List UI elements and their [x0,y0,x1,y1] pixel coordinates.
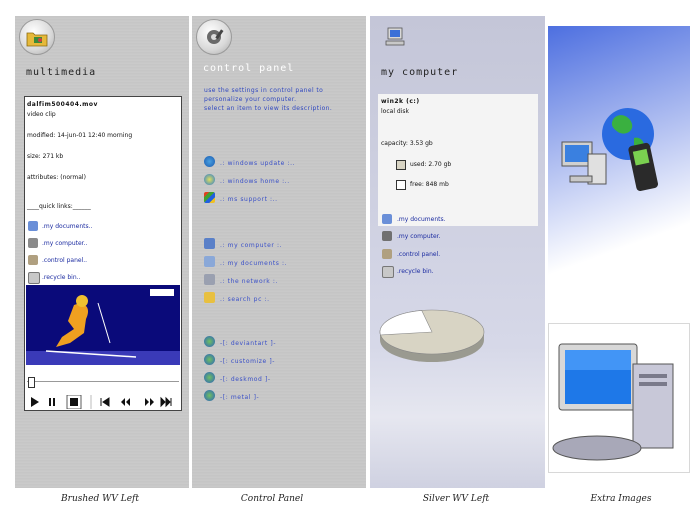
network-illustration [561,108,659,192]
skip-back-icon [100,397,110,407]
link-my-computer[interactable]: .: my computer :. [220,242,282,249]
seek-bar[interactable] [27,381,179,382]
recycle-bin-icon [28,272,40,284]
my-computer-panel: my computer win2k (c:) local disk capaci… [370,16,545,488]
control-panel-icon [28,255,38,265]
panel-title: my computer [381,67,459,78]
link-windows-update[interactable]: .: windows update :.. [220,160,295,167]
description-line: use the settings in control panel to [204,87,324,94]
link-recycle-bin[interactable]: .recycle bin.. [42,274,80,281]
multimedia-panel: multimedia dalfim500404.mov video clip m… [15,16,189,488]
used-space: used: 2.70 gb [410,161,452,168]
link-search-pc[interactable]: .: search pc :. [220,296,270,303]
control-panel-icon [382,249,392,259]
wrench-icon [207,29,224,44]
globe-icon [204,336,215,347]
link-network[interactable]: .: the network :. [220,278,278,285]
computer-icon [28,238,38,248]
description-line: personalize your computer. [204,96,297,103]
caption-control: Control Panel [240,494,304,504]
folder-music-icon [26,32,48,47]
play-icon [31,397,39,407]
caption-brushed: Brushed WV Left [61,494,139,504]
free-space: free: 848 mb [410,181,449,188]
windows-home-icon [204,174,215,185]
ms-support-icon [204,192,215,203]
link-windows-home[interactable]: .: windows home :.. [220,178,290,185]
file-name: dalfim500404.mov [27,101,98,108]
stop-icon [70,398,78,406]
caption-silver: Silver WV Left [422,494,490,504]
network-icon [204,274,215,285]
pause-icon [49,398,51,406]
recycle-bin-icon [382,266,394,278]
video-preview [26,285,180,365]
link-my-documents[interactable]: .my documents.. [42,223,92,230]
globe-icon [204,390,215,401]
globe-icon [204,354,215,365]
extra-image-computer [548,323,690,473]
documents-icon [382,214,392,224]
link-my-documents[interactable]: .: my documents :. [220,260,287,267]
drive-info-box: win2k (c:) local disk capacity: 3.53 gb … [378,94,538,226]
windows-update-icon [204,156,215,167]
documents-icon [28,221,38,231]
rewind-icon [121,398,130,406]
capacity: capacity: 3.53 gb [381,140,433,147]
link-ms-support[interactable]: .: ms support :.. [220,196,278,203]
free-swatch [396,180,406,190]
panel-title: multimedia [26,67,97,78]
disk-usage-pie [379,309,485,362]
extra-image-network [548,26,690,307]
link-control-panel[interactable]: .control panel. [397,251,440,258]
computer-illustration [552,343,674,461]
quick-links-header: ____quick links:______ [27,203,91,210]
link-my-documents[interactable]: .my documents. [397,216,446,223]
computer-icon [385,27,405,46]
my-documents-icon [204,256,215,267]
link-my-computer[interactable]: .my computer.. [42,240,87,247]
link-metal[interactable]: -[: metal ]- [220,394,259,401]
drive-type: local disk [381,108,409,115]
description: use the settings in control panel to per… [204,86,332,113]
panel-title: control panel [203,63,295,74]
file-type: video clip [27,111,56,118]
control-panel-panel: control panel use the settings in contro… [192,16,366,488]
player-controls [31,395,172,409]
globe-icon [204,372,215,383]
link-customize[interactable]: -[: customize ]- [220,358,275,365]
used-swatch [396,160,406,170]
caption-extra: Extra Images [590,494,652,504]
link-my-computer[interactable]: .my computer. [397,233,441,240]
drive-name: win2k (c:) [381,98,420,105]
link-deviantart[interactable]: -[: deviantart ]- [220,340,276,347]
seek-handle[interactable] [28,377,35,388]
modified-date: modified: 14-jun-01 12:40 morning [27,132,133,139]
file-attributes: attributes: (normal) [27,174,86,181]
skip-forward-icon [160,396,172,408]
fast-forward-icon [145,398,154,406]
description-line: select an item to view its description. [204,105,333,112]
details-box: dalfim500404.mov video clip modified: 14… [24,96,182,411]
computer-icon [382,231,392,241]
link-recycle-bin[interactable]: .recycle bin. [397,268,434,275]
my-computer-icon [204,238,215,249]
file-size: size: 271 kb [27,153,64,160]
search-icon [204,292,215,303]
link-control-panel[interactable]: .control panel.. [42,257,87,264]
link-deskmod[interactable]: -[: deskmod ]- [220,376,271,383]
